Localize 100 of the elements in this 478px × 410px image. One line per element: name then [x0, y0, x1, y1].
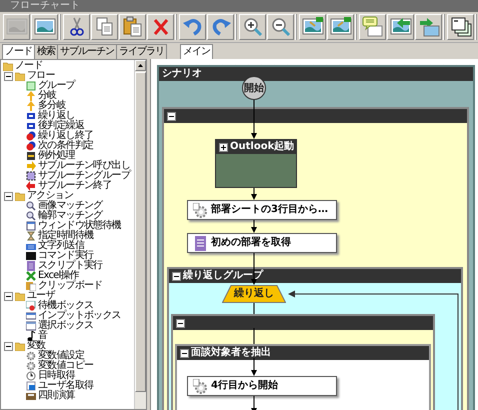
- tree-item[interactable]: 四則演算: [38, 391, 75, 401]
- zoom-in-icon: [242, 16, 264, 38]
- copy-button[interactable]: [91, 14, 118, 40]
- collapse-icon[interactable]: [4, 192, 13, 200]
- card-icon: [26, 381, 36, 391]
- copy-icon: [94, 16, 116, 38]
- up-arrow-icon[interactable]: [138, 64, 143, 67]
- tree-item[interactable]: サブルーチン終了: [38, 181, 112, 191]
- tab[interactable]: メイン: [180, 44, 213, 59]
- clipboard-icon: [26, 281, 36, 291]
- tree-item[interactable]: 待機ボックス: [38, 301, 94, 311]
- tree-item[interactable]: 選択ボックス: [38, 321, 94, 331]
- magnifier-icon: [26, 201, 36, 211]
- tree-item[interactable]: ユーザ: [27, 291, 55, 301]
- tree-item[interactable]: 例外処理: [38, 151, 75, 161]
- connector-arrow: [250, 188, 258, 200]
- tree-item[interactable]: 変数: [27, 341, 46, 351]
- cut-button[interactable]: [63, 14, 90, 40]
- node-label: 部署シートの3行目から…: [211, 204, 328, 216]
- paste-button[interactable]: [119, 14, 146, 40]
- tree-item[interactable]: スクリプト実行: [38, 261, 102, 271]
- hourglass-icon: [26, 231, 36, 241]
- collapse-icon[interactable]: [167, 112, 176, 120]
- undo-button[interactable]: [179, 14, 206, 40]
- connector-line: [253, 328, 255, 344]
- tree-item[interactable]: Excel操作: [38, 271, 79, 281]
- move-left-button[interactable]: [387, 14, 414, 40]
- connector-line: [253, 303, 255, 314]
- tree-item[interactable]: 後判定繰返: [38, 121, 84, 131]
- arrow-right-icon: [418, 16, 440, 38]
- speech-bubble-icon: [362, 16, 384, 38]
- tree-item[interactable]: アクション: [27, 191, 74, 201]
- collapse-icon[interactable]: [4, 342, 13, 350]
- loop-icon: [26, 121, 36, 131]
- tree-item[interactable]: ノード: [15, 61, 43, 71]
- tree-item[interactable]: 指定時間待機: [38, 231, 94, 241]
- folder-icon: [15, 291, 25, 301]
- expand-icon[interactable]: [219, 142, 228, 152]
- zoom-in-button[interactable]: [239, 14, 266, 40]
- move-right-button[interactable]: [415, 14, 442, 40]
- delete-button[interactable]: [147, 14, 174, 40]
- group-title: 面談対象者を抽出: [191, 347, 271, 359]
- tree-item[interactable]: インプットボックス: [38, 311, 121, 321]
- tree-item[interactable]: フロー: [27, 71, 55, 81]
- tree-item[interactable]: 画像マッチング: [38, 201, 102, 211]
- tree-item[interactable]: 変数値設定: [38, 351, 84, 361]
- tree-item[interactable]: サブルーチングループ: [38, 171, 130, 181]
- gear-icon: [193, 378, 208, 394]
- node-label: 4行目から開始: [211, 380, 278, 392]
- script-icon: [26, 261, 36, 271]
- tree-item[interactable]: サブルーチン呼び出し: [38, 161, 130, 171]
- zoom-out-icon: [270, 16, 292, 38]
- zoom-out-button[interactable]: [267, 14, 294, 40]
- dialog-icon: [26, 301, 36, 311]
- tab[interactable]: ライブラリ: [116, 44, 167, 59]
- music-note-icon: [26, 331, 36, 341]
- square-icon: [26, 81, 36, 91]
- undo-icon: [182, 16, 204, 38]
- tree-item[interactable]: ウィンドウ状態待機: [38, 221, 121, 231]
- tree-item[interactable]: 多分岐: [38, 101, 66, 111]
- connector-arrow: [250, 220, 258, 233]
- tree-item[interactable]: 分岐: [38, 91, 56, 101]
- tree-item[interactable]: 日時取得: [38, 371, 75, 381]
- script-icon: [193, 236, 208, 250]
- node-label: 繰り返し: [234, 288, 274, 300]
- gear-icon: [193, 202, 208, 218]
- collapse-icon[interactable]: [172, 272, 181, 280]
- tree-item[interactable]: 輪郭マッチング: [38, 211, 102, 221]
- tree-item[interactable]: 変数値コピー: [38, 361, 94, 371]
- connector-arrow: [250, 100, 258, 139]
- input-box-icon: [26, 311, 36, 321]
- redo-button[interactable]: [207, 14, 234, 40]
- tree-item[interactable]: 音: [38, 331, 48, 341]
- window-title: フローチャート: [9, 0, 81, 12]
- window-icon: [26, 221, 36, 231]
- collapse-icon[interactable]: [180, 348, 189, 358]
- loop-icon: [26, 111, 36, 121]
- tree-item[interactable]: グループ: [38, 81, 75, 91]
- bracket-icon: [26, 171, 36, 181]
- tree-item[interactable]: 繰り返し: [38, 111, 75, 121]
- exception-icon: [26, 151, 36, 161]
- scrollbar[interactable]: [134, 60, 146, 409]
- tree-item[interactable]: クリップボード: [38, 281, 102, 291]
- tree-item[interactable]: 繰り返し終了: [38, 131, 94, 141]
- clock-icon: [26, 371, 36, 381]
- tab[interactable]: ノード: [2, 44, 35, 59]
- tree-item[interactable]: 文字列送信: [38, 241, 84, 251]
- image-out-button[interactable]: [327, 14, 354, 40]
- picture-button[interactable]: [31, 14, 58, 40]
- windows-button[interactable]: [447, 14, 474, 40]
- tree-item[interactable]: 次の条件判定: [38, 141, 94, 151]
- collapse-icon[interactable]: [4, 72, 13, 80]
- image-in-button[interactable]: [299, 14, 326, 40]
- magnifier-icon: [26, 211, 36, 221]
- comment-button[interactable]: [359, 14, 386, 40]
- collapse-icon[interactable]: [176, 318, 185, 328]
- tree-item[interactable]: ユーザ名取得: [38, 381, 94, 391]
- collapse-icon[interactable]: [4, 292, 13, 300]
- tree-item[interactable]: コマンド実行: [38, 251, 94, 261]
- keyboard-icon: [26, 241, 36, 251]
